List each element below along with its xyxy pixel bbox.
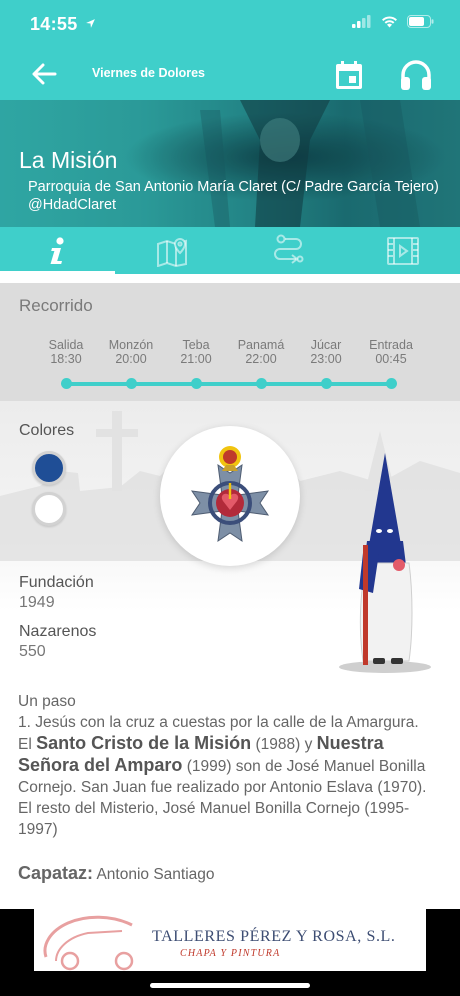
hero-handle[interactable]: @HdadClaret — [28, 197, 116, 213]
route-dot — [386, 378, 397, 389]
info-section: Colores Fundación 1949 Nazarenos 550 Un … — [0, 401, 460, 909]
stop-time: 22:00 — [245, 352, 277, 366]
desc-image-1: Santo Cristo de la Misión — [36, 733, 252, 753]
stop-time: 23:00 — [310, 352, 342, 366]
tab-bar — [0, 227, 460, 274]
home-indicator — [150, 983, 310, 988]
film-icon — [386, 236, 419, 265]
wifi-icon — [382, 16, 397, 28]
ad-company-name: TALLERES PÉREZ Y ROSA, S.L. — [152, 928, 396, 945]
info-icon — [50, 236, 64, 264]
color-swatch-blue — [32, 451, 66, 485]
back-button[interactable] — [24, 56, 64, 92]
route-dot — [61, 378, 72, 389]
status-bar: 14:55 — [0, 0, 460, 48]
nazareno-figure — [339, 453, 431, 673]
nazarenos-label: Nazarenos — [19, 623, 97, 640]
stop-name: Júcar — [310, 338, 342, 352]
status-time: 14:55 — [30, 14, 96, 35]
route-line — [66, 382, 391, 386]
stop-name: Salida — [48, 338, 84, 352]
capataz-value: Antonio Santiago — [96, 866, 215, 883]
route-dot — [191, 378, 202, 389]
colors-label: Colores — [19, 422, 75, 439]
tab-map[interactable] — [115, 227, 230, 274]
crest-emblem-icon — [190, 446, 270, 543]
tab-video[interactable] — [345, 227, 460, 274]
nav-bar: Viernes de Dolores — [0, 48, 460, 100]
route-icon — [273, 234, 303, 264]
back-arrow-icon — [32, 63, 57, 85]
route-dot — [321, 378, 332, 389]
battery-icon — [407, 15, 434, 28]
ad-banner[interactable]: TALLERES PÉREZ Y ROSA, S.L. CHAPA Y PINT… — [34, 909, 426, 971]
color-swatch-white — [32, 492, 66, 526]
map-icon — [156, 237, 187, 267]
hero-banner: La Misión Parroquia de San Antonio María… — [0, 100, 460, 227]
stop-name: Monzón — [108, 338, 154, 352]
tab-info[interactable] — [0, 227, 115, 274]
route-dot — [126, 378, 137, 389]
route-stop: Júcar 23:00 — [291, 338, 361, 366]
route-dot — [256, 378, 267, 389]
route-stop: Panamá 22:00 — [226, 338, 296, 366]
stop-time: 20:00 — [115, 352, 147, 366]
location-arrow-icon — [85, 19, 95, 28]
brotherhood-crest — [160, 426, 300, 566]
stop-time: 00:45 — [375, 352, 407, 366]
hero-title: La Misión — [19, 147, 118, 173]
stop-time: 21:00 — [180, 352, 212, 366]
calendar-icon — [336, 61, 362, 89]
cellular-signal-icon — [352, 15, 371, 28]
pasos-description: Un paso 1. Jesús con la cruz a cuestas p… — [18, 691, 428, 840]
fundacion-value: 1949 — [19, 594, 55, 611]
route-section: Recorrido Salida 18:30 Monzón 20:00 Teba… — [0, 283, 460, 401]
hero-subtitle: Parroquia de San Antonio María Claret (C… — [28, 179, 439, 195]
ad-tagline: CHAPA Y PINTURA — [180, 948, 281, 959]
pasos-count: Un paso — [18, 693, 76, 710]
desc-text-2: (1988) y — [255, 736, 313, 753]
tab-route[interactable] — [230, 227, 345, 274]
car-logo-icon — [43, 915, 134, 971]
status-time-text: 14:55 — [30, 14, 78, 34]
capataz-label: Capataz: — [18, 863, 94, 883]
stop-name: Entrada — [369, 338, 413, 352]
route-stop: Entrada 00:45 — [356, 338, 426, 366]
nazarenos-value: 550 — [19, 643, 46, 660]
audio-button[interactable] — [396, 58, 436, 92]
stop-name: Teba — [182, 338, 210, 352]
stop-name: Panamá — [237, 338, 285, 352]
capataz: Capataz: Antonio Santiago — [18, 863, 215, 884]
headphones-icon — [401, 60, 431, 90]
nav-title: Viernes de Dolores — [92, 66, 206, 80]
route-title: Recorrido — [19, 296, 93, 315]
stop-time: 18:30 — [50, 352, 82, 366]
fundacion-label: Fundación — [19, 574, 94, 591]
status-icons — [352, 15, 434, 28]
route-stop: Teba 21:00 — [161, 338, 231, 366]
route-stop: Monzón 20:00 — [96, 338, 166, 366]
calendar-button[interactable] — [330, 58, 368, 92]
route-stop: Salida 18:30 — [31, 338, 101, 366]
